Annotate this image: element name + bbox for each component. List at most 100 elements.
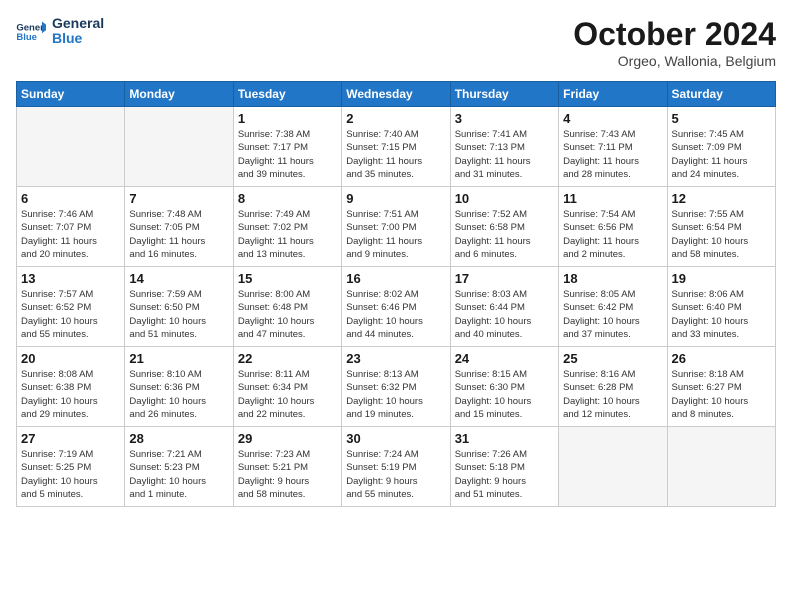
day-number: 10	[455, 191, 554, 206]
day-detail: Sunrise: 8:18 AMSunset: 6:27 PMDaylight:…	[672, 368, 771, 421]
header-row: Sunday Monday Tuesday Wednesday Thursday…	[17, 82, 776, 107]
col-tuesday: Tuesday	[233, 82, 341, 107]
generalblue-logo-icon: General Blue	[16, 20, 46, 42]
day-number: 21	[129, 351, 228, 366]
day-cell: 18 Sunrise: 8:05 AMSunset: 6:42 PMDayligh…	[559, 267, 667, 347]
day-detail: Sunrise: 8:11 AMSunset: 6:34 PMDaylight:…	[238, 368, 337, 421]
day-cell: 14Sunrise: 7:59 AMSunset: 6:50 PMDayligh…	[125, 267, 233, 347]
calendar-title: October 2024	[573, 16, 776, 53]
header: General Blue General Blue October 2024 O…	[16, 16, 776, 69]
day-cell: 7Sunrise: 7:48 AMSunset: 7:05 PMDaylight…	[125, 187, 233, 267]
day-number: 26	[672, 351, 771, 366]
day-detail: Sunrise: 8:10 AMSunset: 6:36 PMDaylight:…	[129, 368, 228, 421]
day-cell: 3Sunrise: 7:41 AMSunset: 7:13 PMDaylight…	[450, 107, 558, 187]
day-cell: 20 Sunrise: 8:08 AMSunset: 6:38 PMDayligh…	[17, 347, 125, 427]
day-cell: 2 Sunrise: 7:40 AMSunset: 7:15 PMDaylight…	[342, 107, 450, 187]
day-detail: Sunrise: 7:38 AMSunset: 7:17 PMDaylight:…	[238, 128, 337, 181]
day-cell: 22 Sunrise: 8:11 AMSunset: 6:34 PMDayligh…	[233, 347, 341, 427]
day-detail: Sunrise: 7:40 AMSunset: 7:15 PMDaylight:…	[346, 128, 445, 181]
day-detail: Sunrise: 8:16 AMSunset: 6:28 PMDaylight:…	[563, 368, 662, 421]
day-cell: 15Sunrise: 8:00 AMSunset: 6:48 PMDayligh…	[233, 267, 341, 347]
week-row-2: 6 Sunrise: 7:46 AMSunset: 7:07 PMDaylight…	[17, 187, 776, 267]
day-number: 13	[21, 271, 120, 286]
logo-blue: Blue	[52, 31, 104, 46]
calendar-subtitle: Orgeo, Wallonia, Belgium	[573, 53, 776, 69]
day-number: 4	[563, 111, 662, 126]
week-row-5: 27 Sunrise: 7:19 AMSunset: 5:25 PMDayligh…	[17, 427, 776, 507]
day-detail: Sunrise: 7:59 AMSunset: 6:50 PMDaylight:…	[129, 288, 228, 341]
day-detail: Sunrise: 8:06 AMSunset: 6:40 PMDaylight:…	[672, 288, 771, 341]
col-saturday: Saturday	[667, 82, 775, 107]
day-cell: 5 Sunrise: 7:45 AMSunset: 7:09 PMDaylight…	[667, 107, 775, 187]
week-row-4: 20 Sunrise: 8:08 AMSunset: 6:38 PMDayligh…	[17, 347, 776, 427]
day-number: 5	[672, 111, 771, 126]
day-number: 12	[672, 191, 771, 206]
day-number: 18	[563, 271, 662, 286]
day-detail: Sunrise: 7:45 AMSunset: 7:09 PMDaylight:…	[672, 128, 771, 181]
day-number: 19	[672, 271, 771, 286]
day-detail: Sunrise: 8:08 AMSunset: 6:38 PMDaylight:…	[21, 368, 120, 421]
col-monday: Monday	[125, 82, 233, 107]
day-cell	[559, 427, 667, 507]
day-cell: 19 Sunrise: 8:06 AMSunset: 6:40 PMDayligh…	[667, 267, 775, 347]
day-number: 6	[21, 191, 120, 206]
day-detail: Sunrise: 7:55 AMSunset: 6:54 PMDaylight:…	[672, 208, 771, 261]
day-cell: 26 Sunrise: 8:18 AMSunset: 6:27 PMDayligh…	[667, 347, 775, 427]
day-cell: 29Sunrise: 7:23 AMSunset: 5:21 PMDayligh…	[233, 427, 341, 507]
day-cell: 9Sunrise: 7:51 AMSunset: 7:00 PMDaylight…	[342, 187, 450, 267]
day-number: 25	[563, 351, 662, 366]
day-cell: 13 Sunrise: 7:57 AMSunset: 6:52 PMDayligh…	[17, 267, 125, 347]
day-number: 11	[563, 191, 662, 206]
day-number: 20	[21, 351, 120, 366]
day-number: 29	[238, 431, 337, 446]
day-cell: 31 Sunrise: 7:26 AMSunset: 5:18 PMDayligh…	[450, 427, 558, 507]
day-cell	[667, 427, 775, 507]
day-detail: Sunrise: 8:05 AMSunset: 6:42 PMDaylight:…	[563, 288, 662, 341]
day-cell: 24 Sunrise: 8:15 AMSunset: 6:30 PMDayligh…	[450, 347, 558, 427]
day-detail: Sunrise: 7:51 AMSunset: 7:00 PMDaylight:…	[346, 208, 445, 261]
day-detail: Sunrise: 7:41 AMSunset: 7:13 PMDaylight:…	[455, 128, 554, 181]
day-cell: 4 Sunrise: 7:43 AMSunset: 7:11 PMDaylight…	[559, 107, 667, 187]
svg-text:Blue: Blue	[16, 32, 37, 42]
day-number: 24	[455, 351, 554, 366]
day-detail: Sunrise: 7:46 AMSunset: 7:07 PMDaylight:…	[21, 208, 120, 261]
day-number: 8	[238, 191, 337, 206]
day-cell	[17, 107, 125, 187]
day-number: 31	[455, 431, 554, 446]
day-number: 30	[346, 431, 445, 446]
day-detail: Sunrise: 8:13 AMSunset: 6:32 PMDaylight:…	[346, 368, 445, 421]
logo-general: General	[52, 16, 104, 31]
day-detail: Sunrise: 7:57 AMSunset: 6:52 PMDaylight:…	[21, 288, 120, 341]
day-detail: Sunrise: 7:54 AMSunset: 6:56 PMDaylight:…	[563, 208, 662, 261]
day-detail: Sunrise: 7:19 AMSunset: 5:25 PMDaylight:…	[21, 448, 120, 501]
day-number: 27	[21, 431, 120, 446]
day-cell: 25 Sunrise: 8:16 AMSunset: 6:28 PMDayligh…	[559, 347, 667, 427]
day-cell: 6 Sunrise: 7:46 AMSunset: 7:07 PMDaylight…	[17, 187, 125, 267]
day-number: 16	[346, 271, 445, 286]
title-area: October 2024 Orgeo, Wallonia, Belgium	[573, 16, 776, 69]
col-friday: Friday	[559, 82, 667, 107]
day-detail: Sunrise: 7:52 AMSunset: 6:58 PMDaylight:…	[455, 208, 554, 261]
day-detail: Sunrise: 7:24 AMSunset: 5:19 PMDaylight:…	[346, 448, 445, 501]
day-detail: Sunrise: 8:02 AMSunset: 6:46 PMDaylight:…	[346, 288, 445, 341]
col-sunday: Sunday	[17, 82, 125, 107]
calendar-table: Sunday Monday Tuesday Wednesday Thursday…	[16, 81, 776, 507]
day-cell: 10 Sunrise: 7:52 AMSunset: 6:58 PMDayligh…	[450, 187, 558, 267]
day-detail: Sunrise: 8:15 AMSunset: 6:30 PMDaylight:…	[455, 368, 554, 421]
day-cell: 11 Sunrise: 7:54 AMSunset: 6:56 PMDayligh…	[559, 187, 667, 267]
day-detail: Sunrise: 7:43 AMSunset: 7:11 PMDaylight:…	[563, 128, 662, 181]
day-number: 17	[455, 271, 554, 286]
day-number: 7	[129, 191, 228, 206]
day-detail: Sunrise: 7:26 AMSunset: 5:18 PMDaylight:…	[455, 448, 554, 501]
day-number: 22	[238, 351, 337, 366]
day-cell	[125, 107, 233, 187]
day-cell: 12 Sunrise: 7:55 AMSunset: 6:54 PMDayligh…	[667, 187, 775, 267]
day-cell: 17Sunrise: 8:03 AMSunset: 6:44 PMDayligh…	[450, 267, 558, 347]
day-cell: 23 Sunrise: 8:13 AMSunset: 6:32 PMDayligh…	[342, 347, 450, 427]
day-cell: 28Sunrise: 7:21 AMSunset: 5:23 PMDayligh…	[125, 427, 233, 507]
day-number: 2	[346, 111, 445, 126]
day-number: 15	[238, 271, 337, 286]
day-cell: 1Sunrise: 7:38 AMSunset: 7:17 PMDaylight…	[233, 107, 341, 187]
day-number: 23	[346, 351, 445, 366]
day-detail: Sunrise: 7:49 AMSunset: 7:02 PMDaylight:…	[238, 208, 337, 261]
